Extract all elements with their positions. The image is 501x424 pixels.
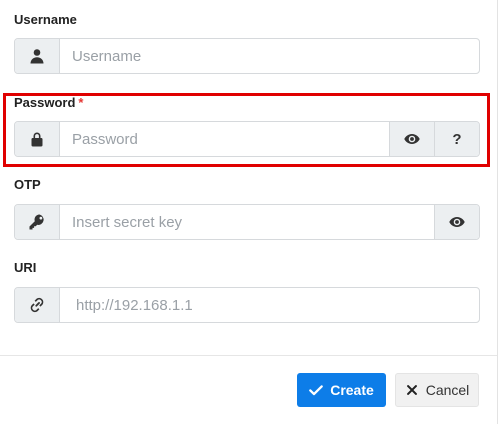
cancel-button-label: Cancel (425, 382, 470, 398)
link-icon (15, 288, 60, 322)
footer-divider (0, 355, 497, 356)
create-button[interactable]: Create (297, 373, 386, 407)
dialog-panel: Username Password* ? OTP (0, 0, 498, 424)
check-icon (309, 385, 324, 396)
otp-label: OTP (14, 177, 41, 192)
required-marker: * (78, 95, 84, 110)
otp-label-text: OTP (14, 177, 41, 192)
username-label: Username (14, 12, 77, 27)
password-visibility-toggle[interactable] (389, 122, 434, 156)
help-icon: ? (452, 130, 462, 148)
username-input[interactable] (60, 39, 479, 73)
password-input[interactable] (60, 122, 389, 156)
username-label-text: Username (14, 12, 77, 27)
key-icon (15, 205, 60, 239)
create-button-label: Create (330, 382, 374, 398)
otp-visibility-toggle[interactable] (434, 205, 479, 239)
close-icon (406, 385, 417, 395)
password-input-group: ? (14, 121, 480, 157)
user-icon (15, 39, 60, 73)
uri-input[interactable] (60, 288, 479, 322)
otp-input-group (14, 204, 480, 240)
cancel-button[interactable]: Cancel (395, 373, 479, 407)
otp-secret-input[interactable] (60, 205, 434, 239)
lock-icon (15, 122, 60, 156)
uri-label-text: URI (14, 260, 37, 275)
eye-icon (449, 217, 465, 227)
eye-icon (404, 134, 420, 144)
uri-label: URI (14, 260, 36, 275)
uri-input-group (14, 287, 480, 323)
password-help-button[interactable]: ? (434, 122, 479, 156)
password-label: Password * (14, 95, 83, 110)
username-input-group (14, 38, 480, 74)
password-label-text: Password (14, 95, 76, 110)
